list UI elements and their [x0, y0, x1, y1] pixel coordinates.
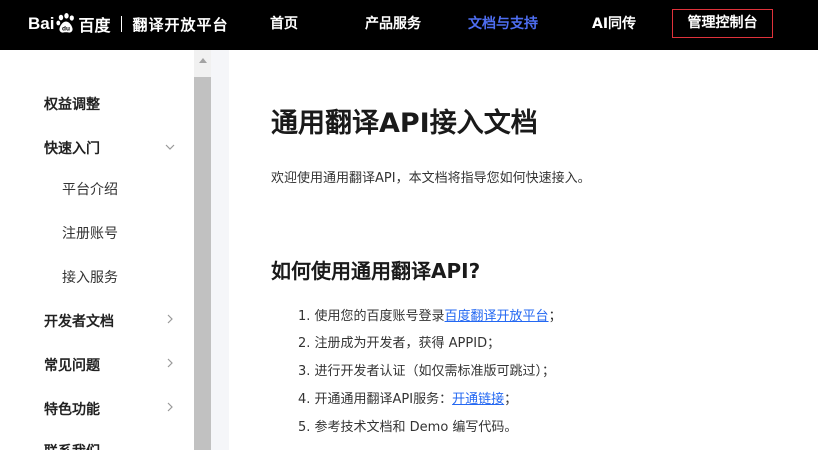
- step-1-text: 1. 使用您的百度账号登录: [298, 309, 445, 324]
- page-title: 通用翻译API接入文档: [271, 108, 538, 139]
- svg-text:du: du: [62, 26, 70, 33]
- sidebar-item-contact[interactable]: 联系我们: [44, 441, 100, 450]
- logo-divider: [121, 16, 123, 32]
- main-content: 通用翻译API接入文档 欢迎使用通用翻译API，本文档将指导您如何快速接入。 如…: [229, 50, 818, 450]
- console-button[interactable]: 管理控制台: [672, 9, 773, 38]
- nav-home[interactable]: 首页: [270, 0, 298, 50]
- sidebar-item-features[interactable]: 特色功能: [44, 399, 100, 419]
- logo-baidu-cn: 百度: [78, 16, 111, 35]
- sidebar-item-quickstart[interactable]: 快速入门: [44, 138, 100, 158]
- sidebar-item-rights[interactable]: 权益调整: [44, 94, 100, 114]
- chevron-right-icon[interactable]: [164, 313, 176, 325]
- step-4-text: 4. 开通通用翻译API服务：: [298, 392, 453, 407]
- sidebar: 权益调整 快速入门 平台介绍 注册账号 接入服务 开发者文档 常见问题 特色功能…: [0, 50, 194, 450]
- intro-text: 欢迎使用通用翻译API，本文档将指导您如何快速接入。: [271, 171, 591, 186]
- content-gutter: [211, 50, 229, 450]
- platform-title: 翻译开放平台: [132, 15, 229, 34]
- platform-login-link[interactable]: 百度翻译开放平台: [445, 309, 549, 324]
- scrollbar-thumb[interactable]: [194, 77, 211, 450]
- sidebar-item-faq[interactable]: 常见问题: [44, 355, 100, 375]
- logo-bai-text: Bai: [28, 14, 55, 33]
- scroll-up-icon[interactable]: [199, 58, 207, 63]
- sidebar-scrollbar[interactable]: [194, 50, 211, 450]
- nav-docs-support[interactable]: 文档与支持: [468, 0, 538, 50]
- sidebar-item-register[interactable]: 注册账号: [62, 223, 118, 243]
- step-2: 2. 注册成为开发者，获得 APPID；: [298, 336, 501, 351]
- activate-link[interactable]: 开通链接: [452, 392, 504, 407]
- chevron-right-icon[interactable]: [164, 357, 176, 369]
- step-1: 1. 使用您的百度账号登录百度翻译开放平台；: [298, 305, 562, 324]
- sidebar-item-access[interactable]: 接入服务: [62, 267, 118, 287]
- step-4: 4. 开通通用翻译API服务：开通链接；: [298, 388, 517, 407]
- chevron-right-icon[interactable]: [164, 401, 176, 413]
- baidu-logo[interactable]: Bai du 百度 翻译开放平台: [28, 8, 229, 40]
- step-5: 5. 参考技术文档和 Demo 编写代码。: [298, 420, 518, 435]
- nav-ai-interpret[interactable]: AI同传: [592, 0, 636, 50]
- step-4-suffix: ；: [504, 392, 518, 407]
- step-1-suffix: ；: [548, 309, 562, 324]
- sidebar-item-platform-intro[interactable]: 平台介绍: [62, 179, 118, 199]
- paw-icon: du: [56, 13, 75, 33]
- section-title: 如何使用通用翻译API?: [271, 259, 481, 283]
- top-nav-bar: Bai du 百度 翻译开放平台 首页 产品服务 文档与支持 AI同传 管理控制…: [0, 0, 818, 50]
- nav-products[interactable]: 产品服务: [365, 0, 421, 50]
- step-3: 3. 进行开发者认证（如仅需标准版可跳过）；: [298, 364, 556, 379]
- sidebar-item-dev-docs[interactable]: 开发者文档: [44, 311, 114, 331]
- chevron-down-icon[interactable]: [164, 141, 176, 153]
